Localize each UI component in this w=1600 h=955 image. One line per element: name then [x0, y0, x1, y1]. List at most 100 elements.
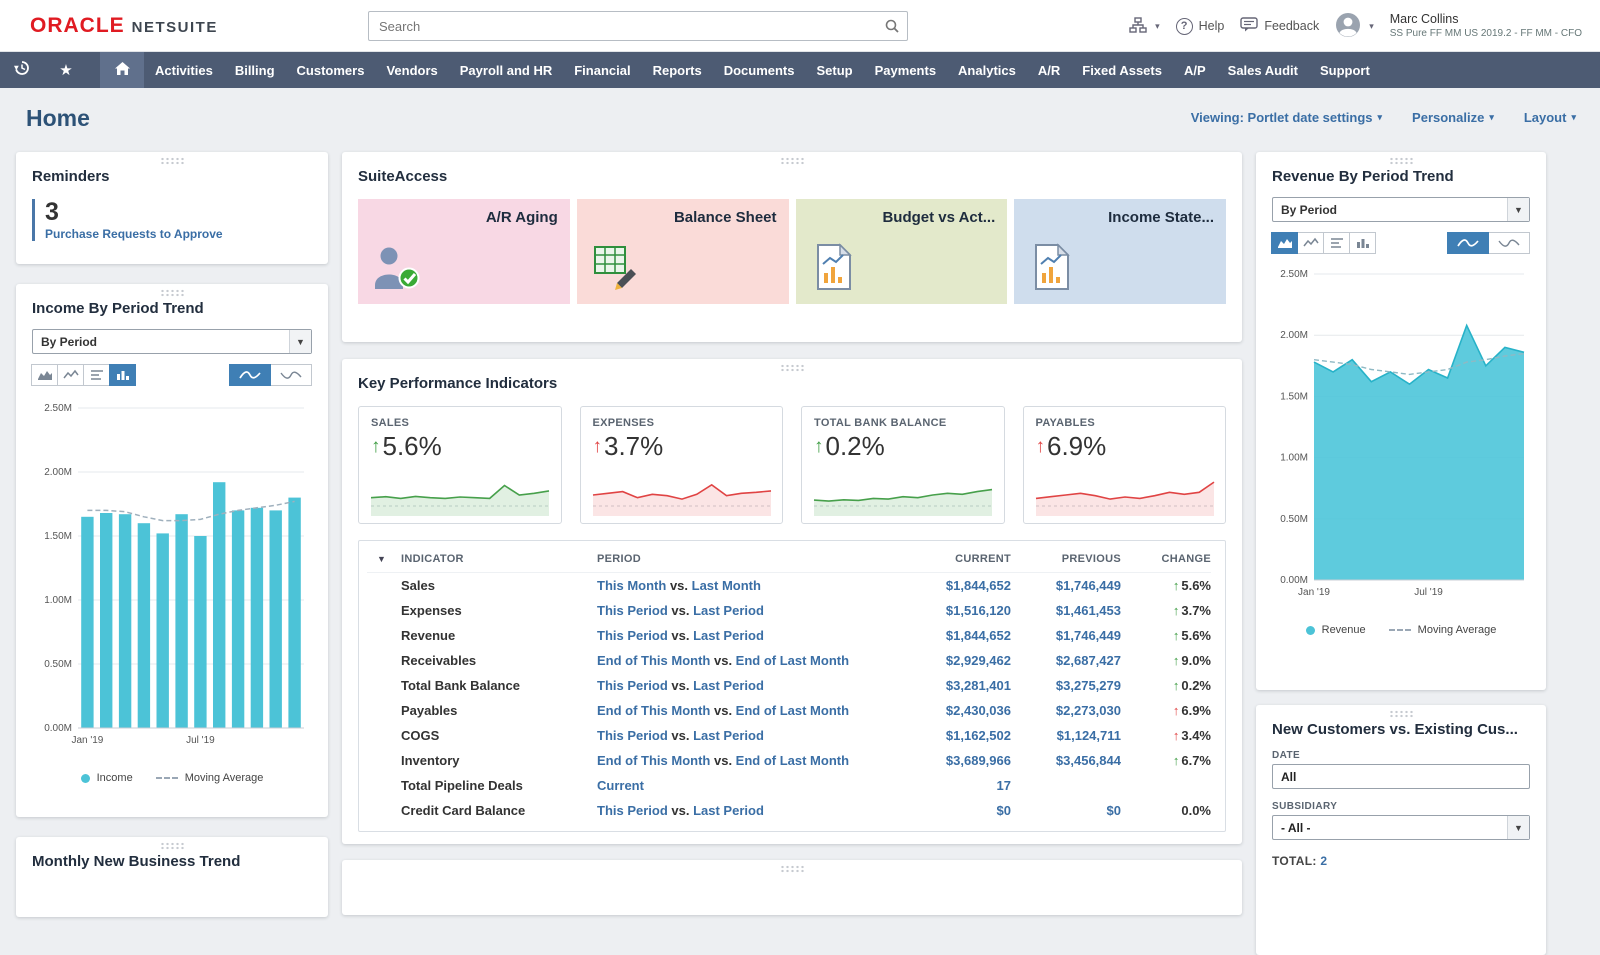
period-link[interactable]: End of Last Month	[736, 653, 849, 668]
nav-item-reports[interactable]: Reports	[642, 52, 713, 88]
period-link[interactable]: This Period	[597, 628, 668, 643]
period-link[interactable]: Last Month	[692, 578, 761, 593]
nav-item-vendors[interactable]: Vendors	[375, 52, 448, 88]
portlet-drag-handle[interactable]	[160, 842, 184, 850]
previous-value[interactable]: $0	[1011, 803, 1121, 818]
recent-records-button[interactable]	[0, 52, 44, 88]
period-link[interactable]: This Period	[597, 678, 668, 693]
nav-item-sales-audit[interactable]: Sales Audit	[1217, 52, 1309, 88]
current-value[interactable]: $2,929,462	[901, 653, 1011, 668]
home-tab[interactable]	[100, 52, 144, 88]
kpi-card-sales[interactable]: SALES↑5.6%	[358, 406, 562, 524]
current-value[interactable]: $1,516,120	[901, 603, 1011, 618]
portlet-drag-handle[interactable]	[780, 865, 804, 873]
layout-dropdown[interactable]: Layout ▾	[1524, 110, 1576, 125]
period-link[interactable]: End of This Month	[597, 753, 710, 768]
chart-type-button[interactable]	[57, 364, 84, 386]
period-link[interactable]: Last Period	[693, 603, 764, 618]
period-link[interactable]: This Period	[597, 728, 668, 743]
current-value[interactable]: $0	[901, 803, 1011, 818]
feedback-button[interactable]: Feedback	[1240, 17, 1319, 35]
chart-type-button[interactable]	[1447, 232, 1489, 254]
current-value[interactable]: $3,689,966	[901, 753, 1011, 768]
nav-item-setup[interactable]: Setup	[806, 52, 864, 88]
period-dropdown[interactable]: By Period ▼	[32, 329, 312, 354]
suiteaccess-tile-balance-sheet[interactable]: Balance Sheet	[577, 199, 789, 304]
previous-value[interactable]: $1,124,711	[1011, 728, 1121, 743]
kpi-card-expenses[interactable]: EXPENSES↑3.7%	[580, 406, 784, 524]
chart-type-button[interactable]	[1271, 232, 1298, 254]
chart-type-button[interactable]	[1488, 232, 1530, 254]
kpi-card-payables[interactable]: PAYABLES↑6.9%	[1023, 406, 1227, 524]
period-link[interactable]: Last Period	[693, 728, 764, 743]
kpi-card-total-bank-balance[interactable]: TOTAL BANK BALANCE↑0.2%	[801, 406, 1005, 524]
chart-type-button[interactable]	[1323, 232, 1350, 254]
previous-value[interactable]: $2,273,030	[1011, 703, 1121, 718]
suiteaccess-tile-budget-vs-act[interactable]: Budget vs Act...	[796, 199, 1008, 304]
chart-type-button[interactable]	[31, 364, 58, 386]
previous-value[interactable]: $1,461,453	[1011, 603, 1121, 618]
shortcuts-button[interactable]: ★	[44, 52, 88, 88]
current-value[interactable]: 17	[901, 778, 1011, 793]
previous-value[interactable]: $3,456,844	[1011, 753, 1121, 768]
portlet-drag-handle[interactable]	[1389, 710, 1413, 718]
nav-item-analytics[interactable]: Analytics	[947, 52, 1027, 88]
chart-type-button[interactable]	[1349, 232, 1376, 254]
user-menu-button[interactable]: ▾	[1335, 12, 1374, 41]
personalize-dropdown[interactable]: Personalize ▾	[1412, 110, 1494, 125]
portlet-drag-handle[interactable]	[780, 364, 804, 372]
portlet-drag-handle[interactable]	[780, 157, 804, 165]
period-link[interactable]: End of Last Month	[736, 753, 849, 768]
search-input[interactable]	[369, 19, 877, 34]
table-filter-caret-icon[interactable]: ▼	[367, 554, 401, 564]
previous-value[interactable]: $3,275,279	[1011, 678, 1121, 693]
reminder-item[interactable]: 3 Purchase Requests to Approve	[32, 199, 312, 241]
suiteaccess-tile-a-r-aging[interactable]: A/R Aging	[358, 199, 570, 304]
previous-value[interactable]: $2,687,427	[1011, 653, 1121, 668]
suiteaccess-tile-income-state[interactable]: Income State...	[1014, 199, 1226, 304]
date-input[interactable]	[1272, 764, 1530, 789]
nav-item-payments[interactable]: Payments	[864, 52, 947, 88]
nav-item-financial[interactable]: Financial	[563, 52, 641, 88]
current-value[interactable]: $1,844,652	[901, 578, 1011, 593]
chart-type-button[interactable]	[270, 364, 312, 386]
nav-item-documents[interactable]: Documents	[713, 52, 806, 88]
period-link[interactable]: End of This Month	[597, 653, 710, 668]
period-link[interactable]: End of This Month	[597, 703, 710, 718]
search-icon[interactable]	[877, 18, 907, 34]
current-value[interactable]: $3,281,401	[901, 678, 1011, 693]
current-value[interactable]: $1,162,502	[901, 728, 1011, 743]
period-dropdown[interactable]: By Period ▼	[1272, 197, 1530, 222]
nav-item-customers[interactable]: Customers	[286, 52, 376, 88]
period-link[interactable]: Last Period	[693, 678, 764, 693]
nav-item-activities[interactable]: Activities	[144, 52, 224, 88]
chart-type-button[interactable]	[1297, 232, 1324, 254]
current-value[interactable]: $2,430,036	[901, 703, 1011, 718]
total-value-link[interactable]: 2	[1320, 854, 1327, 868]
nav-item-payroll-and-hr[interactable]: Payroll and HR	[449, 52, 563, 88]
period-link[interactable]: This Period	[597, 603, 668, 618]
period-link[interactable]: Last Period	[693, 803, 764, 818]
help-button[interactable]: ? Help	[1176, 18, 1225, 35]
period-link[interactable]: End of Last Month	[736, 703, 849, 718]
reminder-link[interactable]: Purchase Requests to Approve	[45, 227, 312, 241]
nav-item-a-r[interactable]: A/R	[1027, 52, 1071, 88]
period-link[interactable]: This Month	[597, 578, 666, 593]
chart-type-button[interactable]	[109, 364, 136, 386]
period-link[interactable]: Current	[597, 778, 644, 793]
nav-item-a-p[interactable]: A/P	[1173, 52, 1217, 88]
previous-value[interactable]: $1,746,449	[1011, 628, 1121, 643]
nav-item-fixed-assets[interactable]: Fixed Assets	[1071, 52, 1173, 88]
period-link[interactable]: Last Period	[693, 628, 764, 643]
subsidiary-dropdown[interactable]: - All - ▼	[1272, 815, 1530, 840]
chart-type-button[interactable]	[83, 364, 110, 386]
previous-value[interactable]: $1,746,449	[1011, 578, 1121, 593]
portlet-drag-handle[interactable]	[160, 157, 184, 165]
current-value[interactable]: $1,844,652	[901, 628, 1011, 643]
portlet-drag-handle[interactable]	[1389, 157, 1413, 165]
viewing-settings-dropdown[interactable]: Viewing: Portlet date settings ▾	[1191, 110, 1382, 125]
nav-item-billing[interactable]: Billing	[224, 52, 286, 88]
netsuite-logo[interactable]: ORACLE NETSUITE	[30, 14, 218, 38]
chart-type-button[interactable]	[229, 364, 271, 386]
roles-menu-button[interactable]: ▾	[1129, 17, 1160, 36]
